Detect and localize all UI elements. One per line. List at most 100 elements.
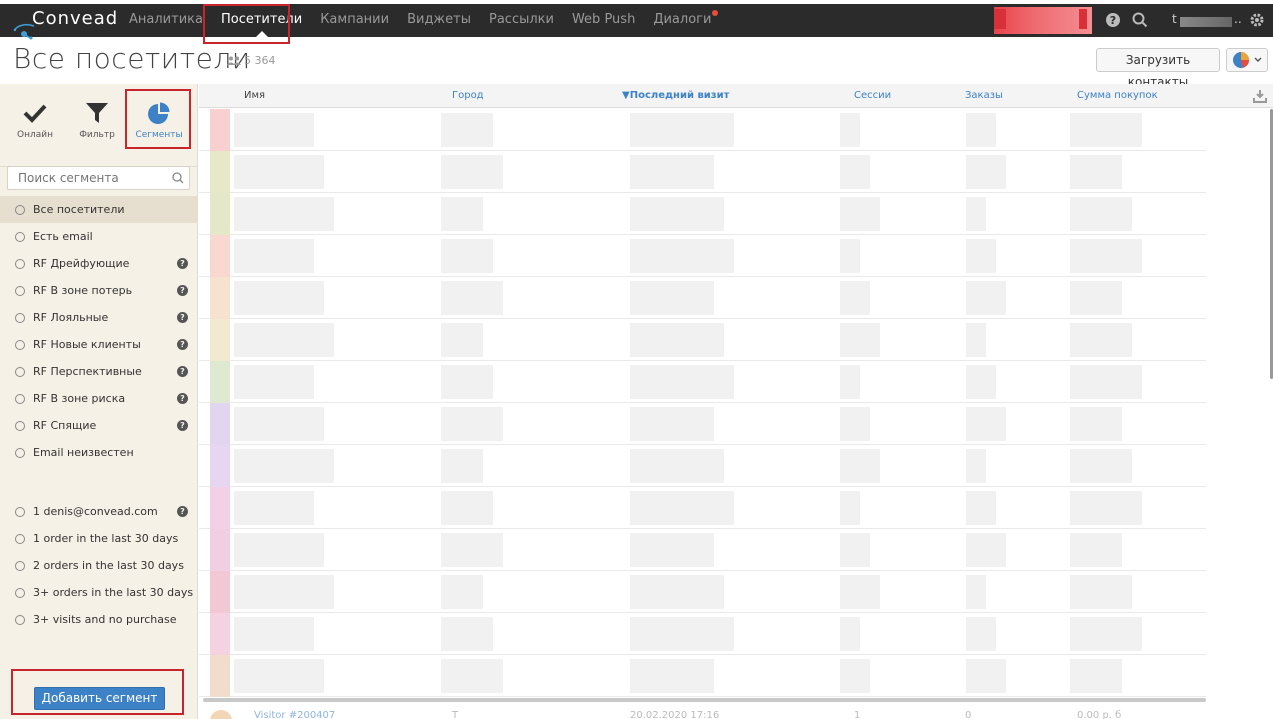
radio-icon[interactable] [15,507,25,517]
nav-item-6[interactable]: Диалоги [644,4,720,37]
pie-chart-icon [148,102,170,124]
column-city[interactable]: Город [452,90,484,101]
segment-item[interactable]: Все посетители [0,196,198,223]
table-row[interactable] [199,571,1206,613]
gear-icon[interactable] [1248,12,1266,30]
table-row[interactable] [199,613,1206,655]
table-row[interactable] [199,529,1206,571]
sidebar-tabs: Онлайн Фильтр Сегменты [0,84,198,164]
tab-segments[interactable]: Сегменты [129,102,189,140]
tab-online[interactable]: Онлайн [5,102,65,140]
convead-logo[interactable]: Convead [12,6,117,40]
download-icon[interactable] [1253,89,1267,103]
segment-item[interactable]: RF Лояльные? [0,304,198,331]
radio-icon[interactable] [15,313,25,323]
help-icon[interactable]: ? [177,420,188,431]
visitor-orders: 0 [965,710,972,719]
segment-item[interactable]: RF Новые клиенты? [0,331,198,358]
blurred-cell [1070,407,1122,441]
table-row[interactable] [199,361,1206,403]
segment-item[interactable]: 1 order in the last 30 days [0,525,198,552]
horizontal-scrollbar[interactable] [203,698,1206,702]
radio-icon[interactable] [15,367,25,377]
blurred-cell [234,575,334,609]
nav-item-2[interactable]: Кампании [311,4,398,37]
visitor-name: Visitor #200407 [254,710,336,719]
blurred-cell [1070,659,1122,693]
radio-icon[interactable] [15,394,25,404]
table-row[interactable] [199,151,1206,193]
segment-label: RF Перспективные [33,365,142,378]
column-sessions[interactable]: Сессии [854,90,891,101]
tab-filter[interactable]: Фильтр [67,102,127,140]
segment-item[interactable]: Email неизвестен [0,439,198,466]
add-segment-button[interactable]: Добавить сегмент [34,687,165,710]
radio-icon[interactable] [15,232,25,242]
upload-contacts-button[interactable]: Загрузить контакты [1096,48,1220,89]
radio-icon[interactable] [15,205,25,215]
search-icon[interactable] [1131,12,1149,30]
column-name[interactable]: Имя [244,90,265,101]
table-row[interactable] [199,277,1206,319]
radio-icon[interactable] [15,588,25,598]
help-icon[interactable]: ? [177,258,188,269]
segment-item[interactable]: 3+ visits and no purchase [0,606,198,633]
radio-icon[interactable] [15,534,25,544]
segment-label: Email неизвестен [33,446,134,459]
help-icon[interactable]: ? [177,339,188,350]
help-icon[interactable]: ? [177,366,188,377]
segment-item[interactable]: RF Перспективные? [0,358,198,385]
radio-icon[interactable] [15,286,25,296]
help-icon[interactable]: ? [177,393,188,404]
radio-icon[interactable] [15,561,25,571]
table-row[interactable] [199,655,1206,697]
help-icon[interactable]: ? [1104,12,1122,30]
people-icon [227,56,241,65]
nav-item-label: Аналитика [129,12,203,27]
segment-item[interactable]: Есть email [0,223,198,250]
chart-view-dropdown[interactable] [1226,48,1268,72]
avatar [210,319,230,361]
segment-item[interactable]: 3+ orders in the last 30 days [0,579,198,606]
segment-item[interactable]: RF Спящие? [0,412,198,439]
radio-icon[interactable] [15,340,25,350]
tab-label: Онлайн [17,130,53,140]
help-icon[interactable]: ? [177,285,188,296]
segment-search-input[interactable] [7,166,190,190]
radio-icon[interactable] [15,615,25,625]
column-last-visit[interactable]: ▼Последний визит [622,90,729,101]
visitor-last-visit: 20.02.2020 17:16 [630,710,720,719]
avatar [210,361,230,403]
segment-item[interactable]: 1 denis@convead.com? [0,498,198,525]
table-row[interactable] [199,319,1206,361]
user-menu[interactable]: t .. [1172,12,1242,30]
nav-item-3[interactable]: Виджеты [398,4,480,37]
table-row[interactable] [199,403,1206,445]
table-row[interactable] [199,235,1206,277]
column-orders[interactable]: Заказы [965,90,1003,101]
table-row[interactable] [199,487,1206,529]
segment-item[interactable]: RF В зоне потерь? [0,277,198,304]
segment-label: RF Новые клиенты [33,338,141,351]
help-icon[interactable]: ? [177,312,188,323]
table-row[interactable] [199,193,1206,235]
nav-item-1[interactable]: Посетители [212,4,311,37]
segment-item[interactable]: 2 orders in the last 30 days [0,552,198,579]
help-icon[interactable]: ? [177,506,188,517]
blurred-cell [234,659,324,693]
table-row[interactable] [199,109,1206,151]
nav-item-5[interactable]: Web Push [563,4,644,37]
blurred-cell [1070,239,1142,273]
radio-icon[interactable] [15,421,25,431]
nav-item-0[interactable]: Аналитика [120,4,212,37]
column-total-purchases[interactable]: Сумма покупок [1077,90,1158,101]
table-row[interactable]: Visitor #200407 Т 20.02.2020 17:16 1 0 0… [199,704,1206,719]
segment-item[interactable]: RF Дрейфующие? [0,250,198,277]
nav-item-4[interactable]: Рассылки [480,4,563,37]
radio-icon[interactable] [15,448,25,458]
blurred-cell [966,239,996,273]
blurred-cell [840,491,860,525]
radio-icon[interactable] [15,259,25,269]
segment-item[interactable]: RF В зоне риска? [0,385,198,412]
table-row[interactable] [199,445,1206,487]
